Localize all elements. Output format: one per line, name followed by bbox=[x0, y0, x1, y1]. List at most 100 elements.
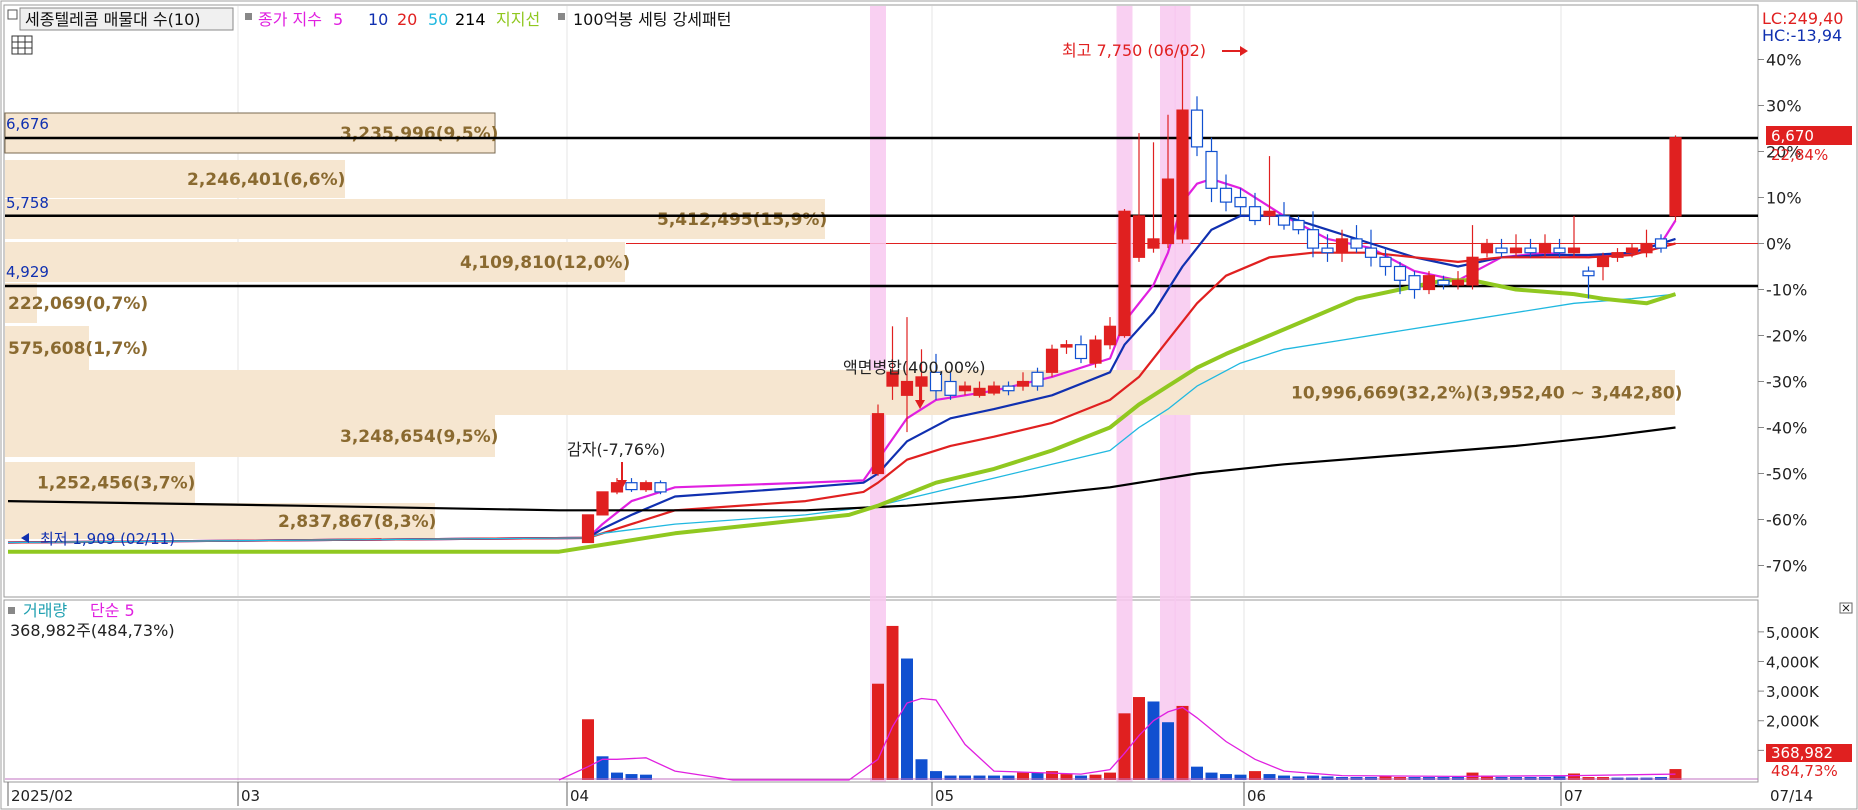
volume-y-tick-label: 2,000K bbox=[1766, 713, 1820, 731]
candle-body bbox=[1190, 109, 1204, 148]
y-tick-label: -10% bbox=[1766, 281, 1807, 300]
volume-profile-label: 5,412,495(15,9%) bbox=[657, 210, 827, 230]
price-level-label: 4,929 bbox=[6, 263, 49, 281]
candle-body bbox=[1364, 247, 1378, 258]
volume-bar bbox=[1118, 713, 1131, 780]
candle-body bbox=[1016, 380, 1030, 387]
candle-body bbox=[1509, 247, 1523, 254]
volume-bar bbox=[582, 719, 594, 780]
candle-body bbox=[1292, 219, 1305, 231]
volume-y-tick-label: 3,000K bbox=[1766, 683, 1820, 701]
candle-body bbox=[1422, 275, 1436, 291]
close-icon[interactable] bbox=[1839, 602, 1853, 614]
legend-square-icon[interactable] bbox=[8, 607, 15, 614]
candle-body bbox=[1538, 242, 1552, 254]
volume-profile-label: 2,246,401(6,6%) bbox=[187, 170, 345, 190]
high-annotation-text: 최고 7,750 (06/02) bbox=[1062, 41, 1206, 60]
current-volume-pct: 484,73% bbox=[1771, 762, 1838, 780]
volume-y-tick-label: 5,000K bbox=[1766, 624, 1820, 642]
candle-body bbox=[654, 482, 667, 493]
candle-body bbox=[1553, 247, 1566, 254]
low-annotation-text: 최저 1,909 (02/11) bbox=[40, 530, 175, 548]
current-change: 22,84% bbox=[1771, 146, 1828, 164]
candle-body bbox=[987, 385, 1001, 394]
candle-body bbox=[1132, 215, 1146, 258]
event-label: 감자(-7,76%) bbox=[567, 440, 666, 459]
candle-body bbox=[1466, 256, 1479, 286]
volume-profile-label: 10,996,669(32,2%)(3,952,40 ~ 3,442,80) bbox=[1291, 384, 1682, 404]
candle-body bbox=[1219, 187, 1233, 203]
y-tick-label: -40% bbox=[1766, 419, 1807, 438]
y-tick-label: -50% bbox=[1766, 465, 1807, 484]
candle-body bbox=[1451, 279, 1465, 286]
legend-square-icon[interactable] bbox=[245, 13, 252, 20]
current-price: 6,670 bbox=[1771, 127, 1814, 145]
volume-bar bbox=[1162, 722, 1174, 780]
candle-body bbox=[1161, 178, 1175, 245]
candle-body bbox=[1393, 265, 1407, 281]
candle-body bbox=[1611, 252, 1624, 258]
candle-body bbox=[1205, 150, 1218, 189]
candle-body bbox=[1669, 137, 1682, 217]
candle-body bbox=[1582, 270, 1595, 277]
support-label: 지지선 bbox=[496, 10, 540, 29]
stock-chart: 3,235,996(9,5%) 2,246,401(6,6%) 5,412,495(… bbox=[0, 0, 1858, 810]
ma-period-5: 5 bbox=[333, 10, 343, 29]
stock-name: 세종텔레콤 매물대 수(10) bbox=[25, 10, 201, 29]
candle-body bbox=[915, 376, 928, 387]
current-volume: 368,982 bbox=[1771, 744, 1833, 762]
event-label: 액면병합(400,00%) bbox=[843, 358, 986, 377]
x-tick-label: 06 bbox=[1247, 787, 1266, 805]
candle-body bbox=[639, 482, 653, 491]
y-tick-label: 40% bbox=[1766, 51, 1802, 70]
candle-body bbox=[1118, 210, 1131, 337]
volume-profile-label: 1,252,456(3,7%) bbox=[37, 474, 195, 494]
candle-body bbox=[1147, 238, 1160, 249]
volume-bar bbox=[1191, 766, 1203, 780]
y-tick-label: -20% bbox=[1766, 327, 1807, 346]
x-tick-label: 05 bbox=[935, 787, 954, 805]
candle-body bbox=[1640, 242, 1653, 254]
candle-body bbox=[1408, 275, 1421, 291]
y-tick-label: 10% bbox=[1766, 189, 1802, 208]
grid-table-icon[interactable] bbox=[11, 35, 33, 55]
candle-body bbox=[1495, 247, 1508, 254]
candle-body bbox=[1567, 247, 1581, 254]
candle-body bbox=[1002, 385, 1015, 392]
volume-profile-label: 222,069(0,7%) bbox=[8, 294, 148, 314]
legend-square-icon[interactable] bbox=[558, 13, 565, 20]
candle-body bbox=[1625, 247, 1639, 254]
volume-profile-label: 575,608(1,7%) bbox=[8, 339, 148, 359]
candle-body bbox=[944, 380, 957, 396]
candle-body bbox=[625, 482, 638, 491]
y-tick-label: 30% bbox=[1766, 97, 1802, 116]
y-tick-label: -60% bbox=[1766, 511, 1807, 530]
candle-body bbox=[1596, 256, 1610, 268]
ma-period-214: 214 bbox=[455, 10, 486, 29]
volume-bar bbox=[872, 683, 884, 780]
price-level-label: 6,676 bbox=[6, 115, 49, 133]
candle-body bbox=[1654, 238, 1668, 249]
candle-body bbox=[900, 380, 914, 396]
candle-body bbox=[596, 491, 609, 516]
ma-label: 종가 지수 bbox=[258, 10, 322, 29]
candle-body bbox=[1234, 196, 1247, 208]
pattern-label: 100억봉 세팅 강세패턴 bbox=[573, 10, 731, 29]
candle-body bbox=[1176, 109, 1189, 240]
candle-body bbox=[1263, 210, 1276, 217]
volume-title: 거래량 bbox=[23, 601, 67, 620]
volume-y-tick-label: 4,000K bbox=[1766, 653, 1820, 671]
candle-body bbox=[871, 413, 885, 475]
volume-bar bbox=[901, 658, 913, 780]
price-level-label: 5,758 bbox=[6, 194, 49, 212]
x-tick-label: 2025/02 bbox=[11, 787, 73, 805]
x-axis-end-label: 07/14 bbox=[1770, 787, 1813, 805]
candle-body bbox=[1335, 238, 1349, 254]
y-tick-label: -30% bbox=[1766, 373, 1807, 392]
candle-body bbox=[973, 387, 986, 396]
candle-body bbox=[581, 514, 595, 544]
low-annotation: 최저 1,909 (02/11) bbox=[21, 530, 175, 548]
candle-body bbox=[1277, 215, 1291, 226]
x-tick-label: 07 bbox=[1564, 787, 1583, 805]
candle-body bbox=[1089, 339, 1102, 364]
